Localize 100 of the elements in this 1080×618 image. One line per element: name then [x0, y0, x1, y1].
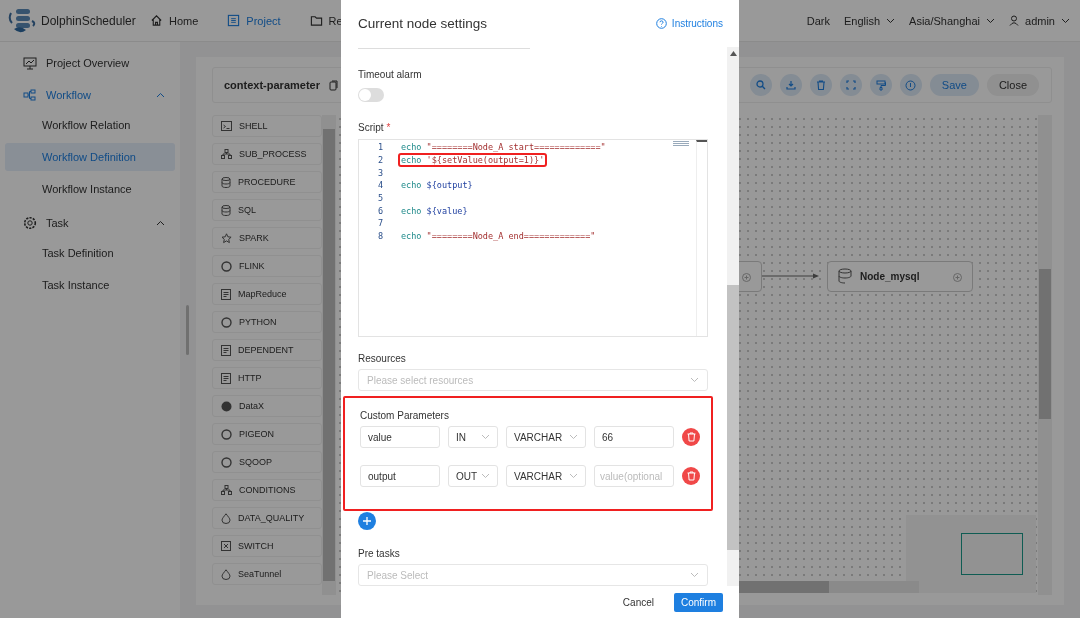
cancel-button[interactable]: Cancel [616, 595, 660, 609]
minimap[interactable] [906, 515, 1036, 593]
add-button[interactable] [358, 512, 376, 531]
line-number: 2 [376, 154, 383, 165]
info-button[interactable] [899, 74, 922, 96]
plus-circle-icon[interactable] [742, 273, 751, 282]
nav-link[interactable]: Project [227, 14, 281, 27]
sidebar-subitem[interactable]: Task Instance [5, 271, 175, 299]
plus-icon [362, 516, 372, 527]
task-type-item[interactable]: PYTHON [212, 311, 322, 333]
task-type-item[interactable]: SPARK [212, 227, 322, 249]
task-type-item[interactable]: PIGEON [212, 423, 322, 445]
trash-icon [686, 471, 696, 482]
task-node[interactable]: Node_mysql [827, 261, 973, 292]
close-button[interactable]: Close [986, 74, 1039, 96]
scrollbar[interactable] [727, 47, 739, 586]
hierarchy-icon [221, 485, 232, 495]
chevron-down-icon [569, 434, 578, 441]
parameter-name-field[interactable]: value [360, 426, 440, 449]
confirm-button[interactable]: Confirm [674, 592, 723, 612]
task-type-item[interactable]: FLINK [212, 255, 322, 277]
code-line: echo ${output} [400, 179, 474, 193]
toggle-switch[interactable] [358, 88, 384, 102]
task-type-item[interactable]: HTTP [212, 367, 322, 389]
gear-icon [23, 216, 37, 230]
sidebar-item[interactable]: Project Overview [5, 47, 175, 79]
sidebar-group[interactable]: Workflow [5, 79, 175, 111]
sidebar-subitem[interactable]: Workflow Relation [5, 111, 175, 139]
delete-button[interactable] [809, 74, 832, 96]
help-icon [655, 17, 667, 29]
resize-handle[interactable] [186, 305, 189, 355]
delete-button[interactable] [682, 428, 700, 447]
task-type-item[interactable]: SHELL [212, 115, 322, 137]
task-type-item[interactable]: DEPENDENT [212, 339, 322, 361]
direction-select[interactable]: IN [448, 426, 498, 449]
app-name: DolphinScheduler [41, 13, 136, 28]
sidebar-subitem[interactable]: Task Definition [5, 239, 175, 267]
task-type-label: DataX [239, 401, 264, 411]
plus-circle-icon[interactable] [953, 273, 962, 282]
scrollbar[interactable] [739, 581, 919, 593]
task-type-label: PIGEON [239, 429, 274, 439]
task-type-item[interactable]: SQOOP [212, 451, 322, 473]
task-type-item[interactable]: MapReduce [212, 283, 322, 305]
connector-arrow [762, 273, 819, 279]
data-type-select[interactable]: VARCHAR [506, 465, 586, 488]
chevron-down-icon [986, 17, 996, 24]
fullscreen-button[interactable] [839, 74, 862, 96]
timezone-dropdown[interactable]: Asia/Shanghai [909, 14, 996, 27]
info-icon [905, 79, 917, 91]
task-type-item[interactable]: SeaTunnel [212, 563, 322, 585]
field-label: Timeout alarm [358, 69, 422, 80]
task-type-item[interactable]: SUB_PROCESS [212, 143, 322, 165]
parameter-name-field[interactable]: output [360, 465, 440, 488]
download-button[interactable] [779, 74, 802, 96]
parameter-input[interactable]: 66 [594, 426, 674, 449]
data-type-select[interactable]: VARCHAR [506, 426, 586, 449]
task-type-item[interactable]: SWITCH [212, 535, 322, 557]
scrollbar[interactable] [696, 139, 707, 337]
task-type-label: SHELL [239, 121, 268, 131]
task-type-label: MapReduce [238, 289, 287, 299]
line-number: 6 [376, 205, 383, 216]
task-type-item[interactable]: SQL [212, 199, 322, 221]
code-line: echo ${value} [400, 204, 469, 218]
chevron-up-icon [156, 92, 165, 98]
database-icon [221, 176, 231, 188]
nav-link[interactable]: Home [150, 14, 199, 27]
sidebar-group[interactable]: Task [5, 207, 175, 239]
scrollbar[interactable] [1038, 115, 1052, 595]
fullscreen-icon [845, 80, 856, 90]
user-menu[interactable]: admin [1009, 14, 1070, 27]
search-icon [755, 80, 766, 90]
document-icon [221, 288, 231, 300]
user-icon [1009, 15, 1020, 26]
theme-toggle[interactable]: Dark [806, 14, 830, 27]
task-type-item[interactable]: PROCEDURE [212, 171, 322, 193]
star-icon [221, 232, 232, 244]
flow-icon [23, 88, 37, 102]
line-number: 7 [376, 218, 383, 229]
task-type-item[interactable]: DATA_QUALITY [212, 507, 322, 529]
box-x-icon [221, 541, 231, 551]
format-button[interactable] [869, 74, 892, 96]
sidebar-subitem[interactable]: Workflow Instance [5, 175, 175, 203]
code-editor[interactable]: 1 echo "========Node_A start=============" 2 echo '${setValue(output=1)}' 3 4 echo ${output} 5 6 echo ${value} 7 8 echo "========Node_A end=============" [358, 138, 708, 338]
code-line: echo "========Node_A start=============" [400, 141, 607, 155]
task-type-item[interactable]: CONDITIONS [212, 479, 322, 501]
line-number: 1 [376, 142, 383, 153]
direction-select[interactable]: OUT [448, 465, 498, 488]
database-icon [838, 268, 854, 285]
scrollbar[interactable] [322, 115, 336, 595]
language-dropdown[interactable]: English [844, 14, 896, 27]
task-type-item[interactable]: DataX [212, 395, 322, 417]
database-icon [221, 204, 231, 216]
task-type-label: SQOOP [239, 457, 272, 467]
search-button[interactable] [749, 74, 772, 96]
delete-button[interactable] [682, 467, 700, 486]
chevron-down-icon [569, 473, 578, 480]
circle-icon [221, 260, 232, 272]
list-icon [227, 14, 241, 27]
instructions-link[interactable]: Instructions [655, 17, 723, 29]
copy-icon[interactable] [329, 79, 338, 91]
